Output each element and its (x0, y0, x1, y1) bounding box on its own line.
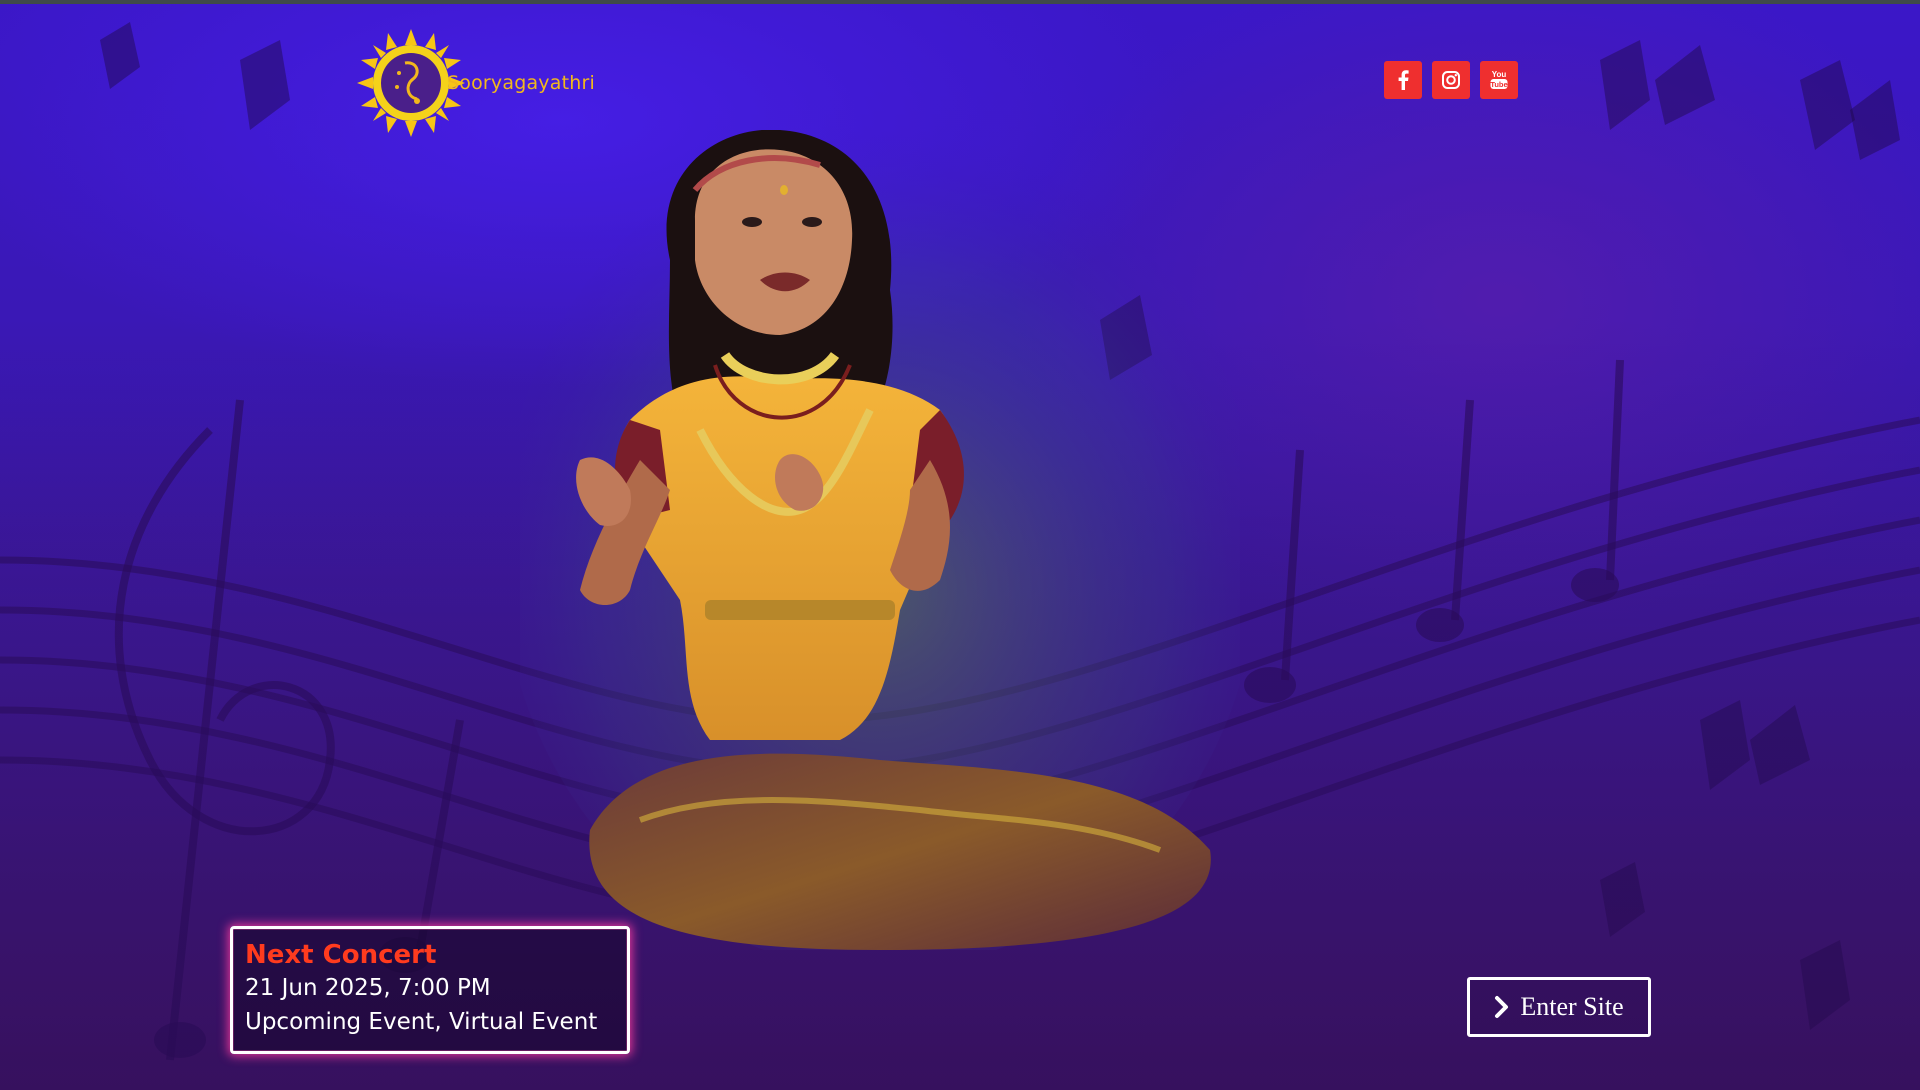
youtube-button[interactable]: You Tube (1480, 61, 1518, 99)
brand-name: Sooryagayathri (447, 72, 595, 94)
enter-site-button[interactable]: Enter Site (1467, 977, 1651, 1037)
singer-performing-image (520, 130, 1240, 950)
instagram-icon (1442, 71, 1460, 89)
facebook-icon (1398, 70, 1409, 90)
youtube-icon: You Tube (1490, 70, 1508, 89)
instagram-button[interactable] (1432, 61, 1470, 99)
concert-categories: Upcoming Event, Virtual Event (245, 1009, 598, 1035)
chevron-right-icon (1495, 996, 1509, 1018)
enter-site-label: Enter Site (1520, 992, 1624, 1021)
brand-logo[interactable]: Sooryagayathri (355, 26, 595, 140)
concert-title: Next Concert (245, 940, 437, 970)
next-concert-card[interactable]: Next Concert 21 Jun 2025, 7:00 PM Upcomi… (230, 926, 630, 1054)
svg-text:Tube: Tube (1490, 80, 1507, 89)
concert-date: 21 Jun 2025, 7:00 PM (245, 975, 491, 1001)
social-links: You Tube (1384, 61, 1518, 99)
facebook-button[interactable] (1384, 61, 1422, 99)
svg-text:You: You (1492, 70, 1507, 79)
